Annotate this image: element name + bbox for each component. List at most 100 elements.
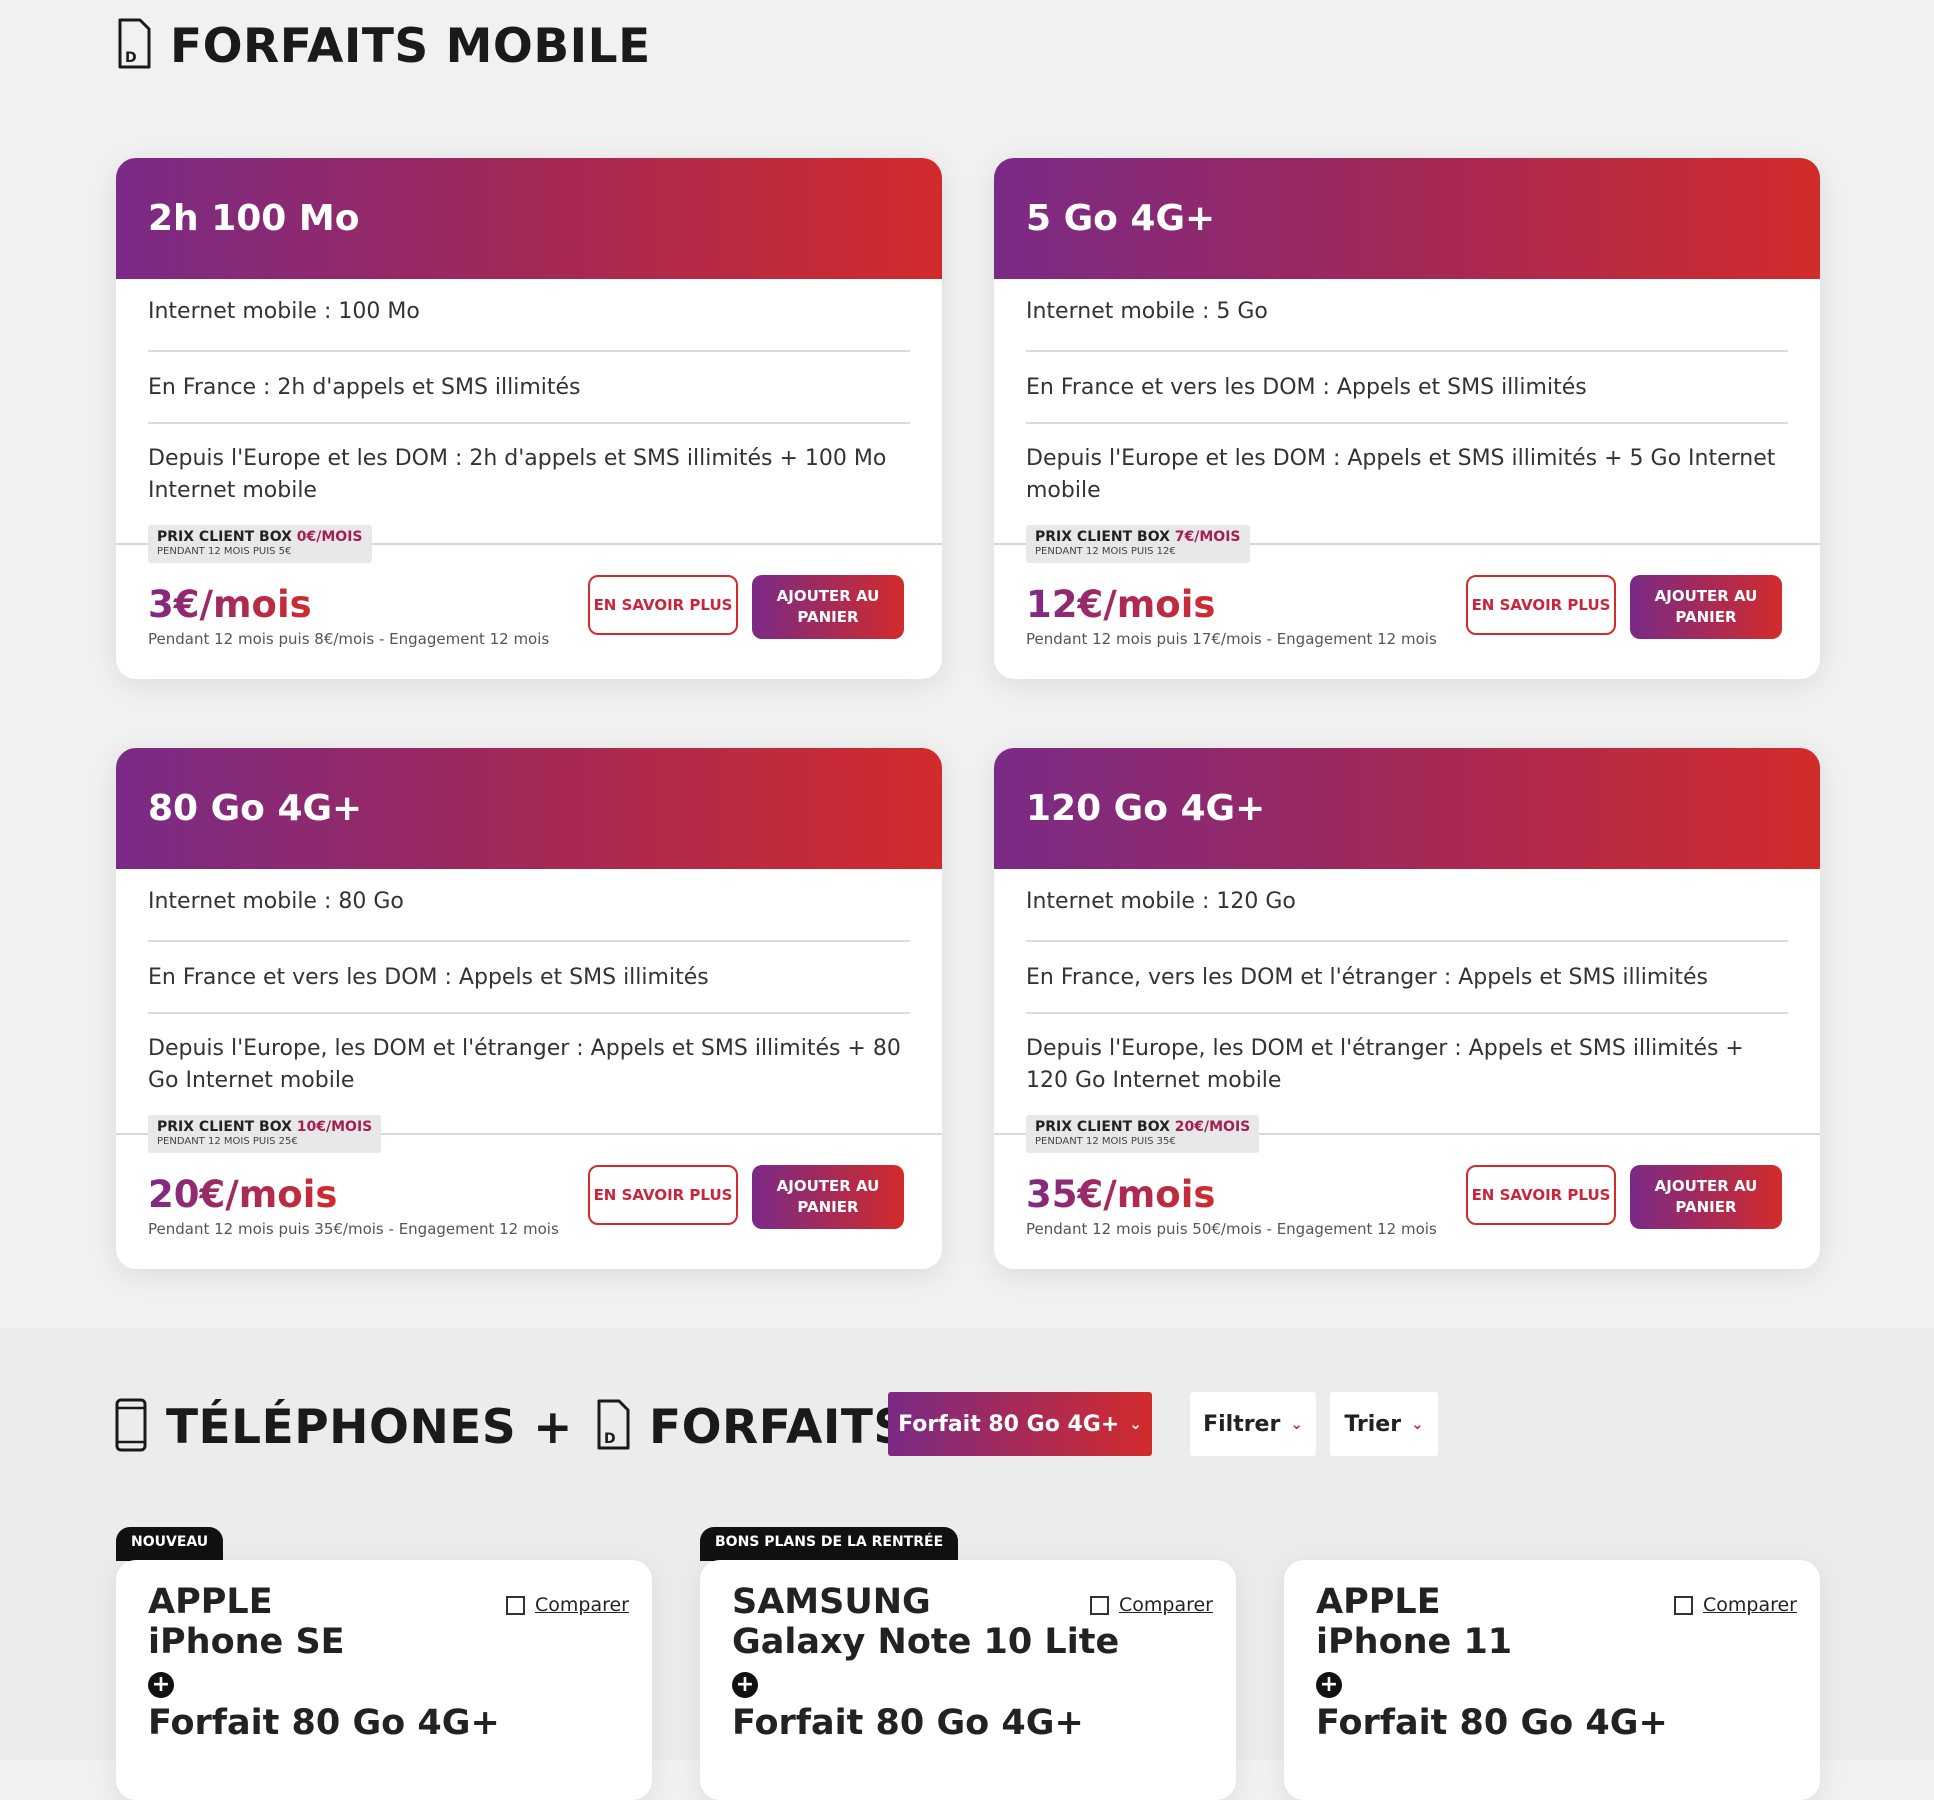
plan-feature: Depuis l'Europe, les DOM et l'étranger :… bbox=[1026, 1036, 1744, 1093]
learn-more-button[interactable]: EN SAVOIR PLUS bbox=[588, 575, 738, 635]
plan-header: 80 Go 4G+ bbox=[116, 748, 942, 869]
box-client-badge: PRIX CLIENT BOX 20€/MOIS PENDANT 12 MOIS… bbox=[1026, 1115, 1260, 1153]
tag-badge: NOUVEAU bbox=[116, 1527, 224, 1561]
plan-header: 2h 100 Mo bbox=[116, 158, 942, 279]
tag-badge: BONS PLANS DE LA RENTRÉE bbox=[700, 1527, 959, 1561]
plus-icon: + bbox=[1316, 1672, 1342, 1698]
phone-brand: APPLE bbox=[148, 1582, 273, 1622]
box-price: 7€/MOIS bbox=[1174, 529, 1241, 545]
box-label: PRIX CLIENT BOX bbox=[1035, 529, 1170, 545]
chevron-down-icon: ⌄ bbox=[1411, 1415, 1424, 1433]
phone-offer-card: APPLE iPhone 11 + Forfait 80 Go 4G+ Comp… bbox=[1284, 1560, 1820, 1800]
box-sub: PENDANT 12 MOIS PUIS 5€ bbox=[157, 546, 292, 557]
plan-feature: Depuis l'Europe et les DOM : Appels et S… bbox=[1026, 446, 1776, 503]
plan-card: 120 Go 4G+ Internet mobile : 120 Go En F… bbox=[994, 748, 1820, 1269]
plus-icon: + bbox=[732, 1672, 758, 1698]
box-label: PRIX CLIENT BOX bbox=[157, 1119, 292, 1135]
plan-select-dropdown[interactable]: Forfait 80 Go 4G+ ⌄ bbox=[888, 1392, 1152, 1456]
sort-dropdown[interactable]: Trier ⌄ bbox=[1330, 1392, 1438, 1456]
compare-toggle[interactable]: Comparer bbox=[1090, 1594, 1213, 1616]
chevron-down-icon: ⌄ bbox=[1290, 1415, 1303, 1433]
filter-dropdown[interactable]: Filtrer ⌄ bbox=[1190, 1392, 1316, 1456]
plan-header: 5 Go 4G+ bbox=[994, 158, 1820, 279]
add-to-cart-button[interactable]: AJOUTER AU PANIER bbox=[752, 1165, 904, 1229]
plan-feature: Internet mobile : 100 Mo bbox=[148, 279, 910, 352]
svg-text:D: D bbox=[125, 50, 137, 66]
learn-more-button[interactable]: EN SAVOIR PLUS bbox=[1466, 575, 1616, 635]
phone-plan: Forfait 80 Go 4G+ bbox=[148, 1703, 500, 1743]
sort-label: Trier bbox=[1344, 1411, 1402, 1437]
plan-name: 120 Go 4G+ bbox=[1026, 788, 1266, 829]
plan-feature: Depuis l'Europe, les DOM et l'étranger :… bbox=[148, 1036, 901, 1093]
section-title-phones: TÉLÉPHONES + D FORFAITS bbox=[114, 1398, 908, 1456]
box-price: 0€/MOIS bbox=[296, 529, 363, 545]
box-sub: PENDANT 12 MOIS PUIS 12€ bbox=[1035, 546, 1176, 557]
filter-label: Filtrer bbox=[1203, 1411, 1281, 1437]
sim-card-icon: D bbox=[116, 18, 152, 74]
compare-checkbox[interactable] bbox=[1674, 1595, 1693, 1615]
box-price: 20€/MOIS bbox=[1174, 1119, 1251, 1135]
plan-price-details: Pendant 12 mois puis 8€/mois - Engagemen… bbox=[148, 630, 550, 648]
page-title: FORFAITS MOBILE bbox=[170, 18, 651, 74]
plan-price-details: Pendant 12 mois puis 35€/mois - Engageme… bbox=[148, 1220, 559, 1238]
compare-label[interactable]: Comparer bbox=[1119, 1594, 1213, 1616]
chevron-down-icon: ⌄ bbox=[1129, 1415, 1142, 1433]
add-to-cart-button[interactable]: AJOUTER AU PANIER bbox=[1630, 1165, 1782, 1229]
plan-card: 80 Go 4G+ Internet mobile : 80 Go En Fra… bbox=[116, 748, 942, 1269]
plan-card: 2h 100 Mo Internet mobile : 100 Mo En Fr… bbox=[116, 158, 942, 679]
plan-price-details: Pendant 12 mois puis 17€/mois - Engageme… bbox=[1026, 630, 1437, 648]
plan-name: 2h 100 Mo bbox=[148, 198, 360, 239]
phone-model: iPhone SE bbox=[148, 1622, 345, 1662]
phone-plan: Forfait 80 Go 4G+ bbox=[732, 1703, 1084, 1743]
plan-feature: En France et vers les DOM : Appels et SM… bbox=[1026, 352, 1788, 424]
add-to-cart-button[interactable]: AJOUTER AU PANIER bbox=[1630, 575, 1782, 639]
box-sub: PENDANT 12 MOIS PUIS 35€ bbox=[1035, 1136, 1176, 1147]
phone-model: Galaxy Note 10 Lite bbox=[732, 1622, 1120, 1662]
section-title-mobile: D FORFAITS MOBILE bbox=[116, 18, 651, 74]
plan-card: 5 Go 4G+ Internet mobile : 5 Go En Franc… bbox=[994, 158, 1820, 679]
svg-text:D: D bbox=[604, 1431, 616, 1447]
compare-label[interactable]: Comparer bbox=[535, 1594, 629, 1616]
plus-icon: + bbox=[148, 1672, 174, 1698]
plan-name: 5 Go 4G+ bbox=[1026, 198, 1216, 239]
phone-offer-card: SAMSUNG Galaxy Note 10 Lite + Forfait 80… bbox=[700, 1560, 1236, 1800]
phone-icon bbox=[114, 1398, 148, 1456]
plan-price: 3€/mois bbox=[148, 583, 312, 626]
plan-select-value: Forfait 80 Go 4G+ bbox=[898, 1411, 1120, 1437]
phone-brand: SAMSUNG bbox=[732, 1582, 931, 1622]
plan-feature: Internet mobile : 5 Go bbox=[1026, 279, 1788, 352]
learn-more-button[interactable]: EN SAVOIR PLUS bbox=[1466, 1165, 1616, 1225]
box-client-badge: PRIX CLIENT BOX 7€/MOIS PENDANT 12 MOIS … bbox=[1026, 525, 1250, 563]
compare-checkbox[interactable] bbox=[506, 1595, 525, 1615]
sim-card-icon: D bbox=[595, 1399, 631, 1455]
phone-plan: Forfait 80 Go 4G+ bbox=[1316, 1703, 1668, 1743]
section-title-part1: TÉLÉPHONES + bbox=[166, 1399, 573, 1455]
plan-price-details: Pendant 12 mois puis 50€/mois - Engageme… bbox=[1026, 1220, 1437, 1238]
compare-toggle[interactable]: Comparer bbox=[1674, 1594, 1797, 1616]
phone-offer-card: APPLE iPhone SE + Forfait 80 Go 4G+ Comp… bbox=[116, 1560, 652, 1800]
plan-price: 12€/mois bbox=[1026, 583, 1216, 626]
plan-header: 120 Go 4G+ bbox=[994, 748, 1820, 869]
section-title-part2: FORFAITS bbox=[649, 1399, 908, 1455]
plan-price: 35€/mois bbox=[1026, 1173, 1216, 1216]
plan-name: 80 Go 4G+ bbox=[148, 788, 363, 829]
box-label: PRIX CLIENT BOX bbox=[1035, 1119, 1170, 1135]
plan-feature: Internet mobile : 120 Go bbox=[1026, 869, 1788, 942]
phone-brand: APPLE bbox=[1316, 1582, 1441, 1622]
phone-model: iPhone 11 bbox=[1316, 1622, 1513, 1662]
plan-feature: Depuis l'Europe et les DOM : 2h d'appels… bbox=[148, 446, 887, 503]
plan-feature: En France, vers les DOM et l'étranger : … bbox=[1026, 942, 1788, 1014]
box-client-badge: PRIX CLIENT BOX 10€/MOIS PENDANT 12 MOIS… bbox=[148, 1115, 382, 1153]
learn-more-button[interactable]: EN SAVOIR PLUS bbox=[588, 1165, 738, 1225]
box-label: PRIX CLIENT BOX bbox=[157, 529, 292, 545]
plan-feature: Internet mobile : 80 Go bbox=[148, 869, 910, 942]
box-sub: PENDANT 12 MOIS PUIS 25€ bbox=[157, 1136, 298, 1147]
compare-checkbox[interactable] bbox=[1090, 1595, 1109, 1615]
compare-toggle[interactable]: Comparer bbox=[506, 1594, 629, 1616]
compare-label[interactable]: Comparer bbox=[1703, 1594, 1797, 1616]
plan-price: 20€/mois bbox=[148, 1173, 338, 1216]
add-to-cart-button[interactable]: AJOUTER AU PANIER bbox=[752, 575, 904, 639]
plan-feature: En France : 2h d'appels et SMS illimités bbox=[148, 352, 910, 424]
plan-feature: En France et vers les DOM : Appels et SM… bbox=[148, 942, 910, 1014]
box-price: 10€/MOIS bbox=[296, 1119, 373, 1135]
